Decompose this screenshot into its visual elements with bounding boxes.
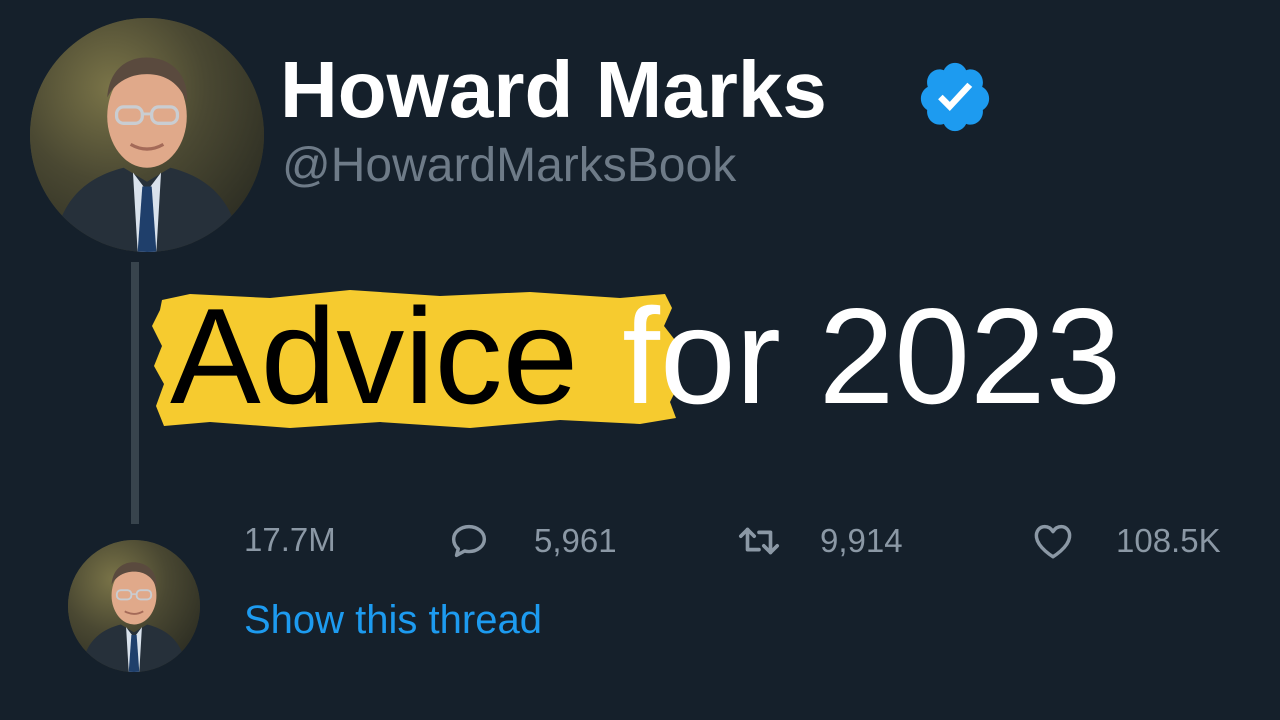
highlighted-word: Advice: [170, 280, 579, 432]
thread-line: [131, 262, 139, 524]
retweet-icon: [738, 527, 780, 555]
display-name[interactable]: Howard Marks: [280, 50, 827, 130]
retweet-count: 9,914: [820, 522, 903, 559]
reply-count: 5,961: [534, 522, 617, 559]
views-count: 17.7M: [244, 518, 336, 562]
tweet-text: Advice for 2023: [170, 288, 1121, 424]
show-thread-link[interactable]: Show this thread: [244, 600, 542, 640]
avatar-portrait-image: [68, 540, 200, 672]
handle[interactable]: @HowardMarksBook: [282, 142, 736, 190]
avatar-portrait-image: [30, 18, 264, 252]
like-count: 108.5K: [1116, 522, 1221, 559]
tweet-page: Howard Marks @HowardMarksBook Advice for …: [0, 0, 1280, 720]
retweet-button[interactable]: 9,914: [736, 518, 903, 564]
avatar[interactable]: [30, 18, 264, 252]
like-button[interactable]: 108.5K: [1030, 518, 1221, 564]
views-count-label: 17.7M: [244, 521, 336, 558]
reply-icon: [451, 524, 487, 558]
tweet-text-rest: for 2023: [622, 280, 1122, 432]
like-icon: [1034, 524, 1072, 559]
reply-button[interactable]: 5,961: [446, 518, 617, 564]
thread-avatar[interactable]: [68, 540, 200, 672]
verified-badge-icon: [920, 62, 990, 132]
